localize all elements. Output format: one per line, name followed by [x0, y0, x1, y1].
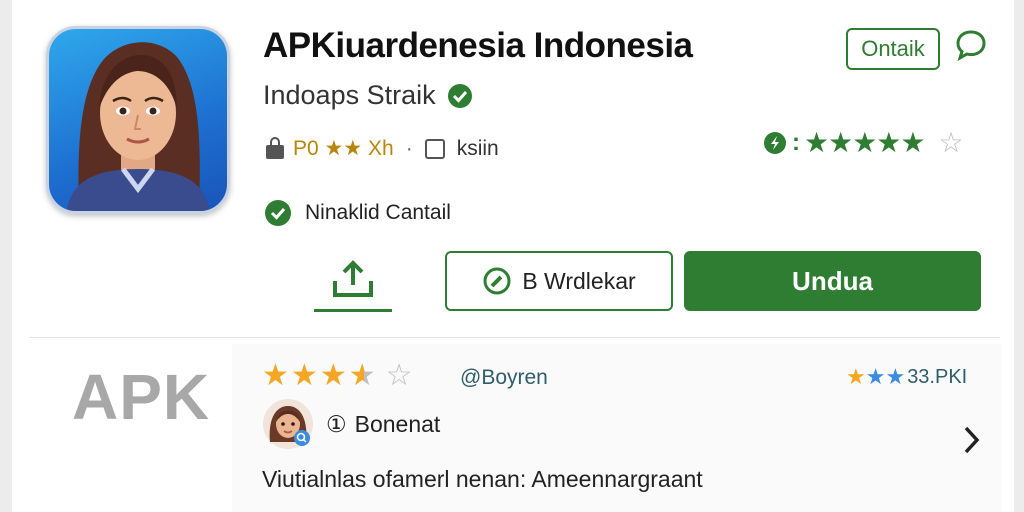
review-count-value: 33.PKI [907, 365, 968, 388]
wishlist-icon [483, 267, 511, 295]
half-star-icon: ★ [348, 359, 376, 392]
star-icon[interactable]: ☆ [939, 126, 964, 159]
rating-badge-icon [764, 131, 786, 154]
star-icon: ★ [319, 359, 347, 392]
header-rating: : ★★★★★ ☆ [762, 126, 964, 159]
install-status: Ninaklid Cantail [305, 201, 451, 224]
reviewer-row[interactable]: ① Bonenat [262, 398, 440, 450]
checkbox-icon[interactable] [424, 138, 445, 159]
reviewer-name: Bonenat [354, 410, 441, 437]
download-button[interactable]: Undua [684, 251, 981, 311]
review-author-tag[interactable]: @Boyren [460, 366, 548, 390]
wishlist-label: B Wrdlekar [522, 267, 636, 294]
review-stars: ★ ★ ★ ★ ☆ [262, 358, 413, 393]
rating-stars: ★★★★★ [804, 127, 926, 158]
apk-watermark: APK [72, 361, 211, 433]
contact-button[interactable]: Ontaik [846, 28, 940, 70]
app-meta-row: P0 ★★ Xh · ksiin [263, 136, 499, 161]
developer-name[interactable]: Indoaps Straik [263, 80, 436, 111]
bag-icon [266, 136, 284, 159]
developer-row: Indoaps Straik [263, 80, 474, 111]
verified-icon [447, 83, 472, 108]
star-icon: ★ [262, 359, 289, 392]
share-button[interactable] [314, 250, 392, 312]
share-icon [333, 259, 373, 297]
wishlist-button[interactable]: B Wrdlekar [445, 251, 673, 311]
star-icon: ★★ [865, 364, 906, 389]
app-icon-portrait [67, 42, 209, 211]
meta-separator: · [405, 136, 413, 160]
meta-label: ksiin [456, 136, 499, 160]
chevron-right-icon[interactable] [958, 422, 984, 458]
star-icon: ★ [290, 359, 318, 392]
star-empty-icon: ☆ [385, 359, 413, 392]
reviewer-name-wrap: ① Bonenat [326, 411, 440, 438]
meta-rating: P0 ★★ Xh [293, 137, 394, 160]
section-divider [30, 337, 1000, 338]
review-text: Viutialnlas ofamerl nenan: Ameennargraan… [262, 466, 703, 492]
chat-icon[interactable] [954, 28, 988, 62]
reviewer-badge: ① [326, 410, 347, 437]
app-title: APKiuardenesia Indonesia [263, 26, 693, 65]
check-circle-icon [265, 200, 291, 226]
rating-prefix: : [792, 128, 800, 156]
star-icon: ★ [846, 364, 866, 389]
app-icon[interactable] [46, 26, 230, 214]
install-status-row: Ninaklid Cantail [263, 198, 451, 228]
avatar [263, 399, 313, 449]
review-count: ★ ★★ 33.PKI [846, 364, 967, 390]
